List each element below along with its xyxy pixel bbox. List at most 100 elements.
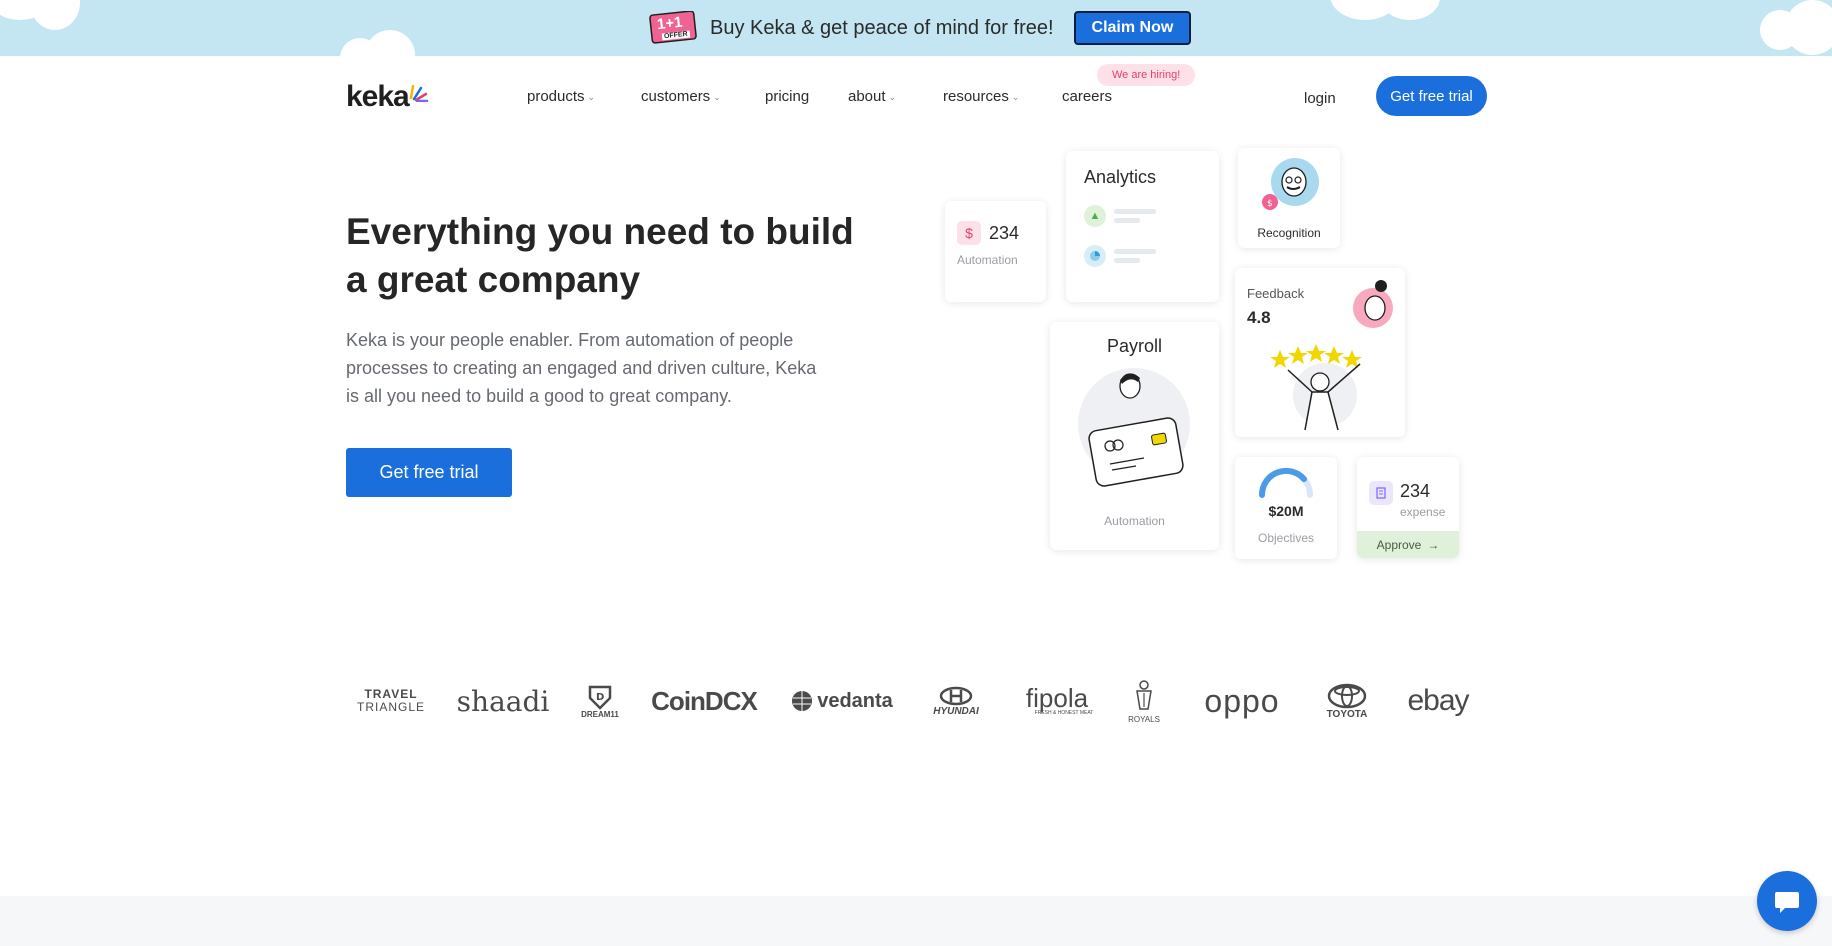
pie-chart-icon: [1084, 245, 1106, 267]
logo-shaadi: shaadi: [457, 676, 550, 726]
nav-resources[interactable]: resources ⌄: [943, 88, 1019, 105]
travel-triangle-line2: TRIANGLE: [356, 700, 425, 714]
placeholder-line: [1114, 258, 1140, 263]
hyundai-text: HYUNDAI: [933, 705, 979, 717]
offer-badge-icon: 1+1 OFFER: [648, 10, 698, 45]
main-nav: keka products ⌄ customers ⌄ pricing abou…: [0, 56, 1832, 136]
payroll-title: Payroll: [1106, 336, 1163, 356]
svg-text:D: D: [596, 692, 604, 703]
ebay-text: ebay: [1407, 684, 1469, 717]
chevron-down-icon: ⌄: [888, 92, 897, 102]
nav-careers[interactable]: careers: [1062, 88, 1112, 105]
approve-button[interactable]: Approve →: [1357, 531, 1459, 558]
logo-oppo: oppo: [1192, 676, 1292, 726]
chevron-down-icon: ⌄: [1011, 92, 1020, 102]
logo-vedanta: vedanta: [790, 676, 894, 726]
fipola-text: fipola: [1025, 683, 1089, 713]
login-link[interactable]: login: [1304, 90, 1336, 107]
toyota-text: TOYOTA: [1326, 708, 1368, 720]
royals-crest-icon: [1136, 679, 1152, 710]
analytics-title: Analytics: [1084, 167, 1157, 187]
logo-ebay: ebay: [1400, 676, 1476, 726]
feedback-card: Feedback 4.8: [1235, 268, 1405, 437]
approve-label: Approve: [1376, 537, 1422, 552]
dollar-icon: $: [957, 221, 981, 245]
logo-fipola: fipola FRESH & HONEST MEAT: [1018, 676, 1096, 726]
vedanta-globe-icon: [792, 691, 813, 711]
logo-hyundai: HYUNDAI: [924, 676, 988, 726]
keka-logo[interactable]: keka: [346, 80, 429, 114]
nav-products[interactable]: products ⌄: [527, 88, 595, 105]
analytics-card: Analytics ▲: [1066, 151, 1219, 302]
cloud-decoration: [1380, 0, 1440, 20]
vedanta-text: vedanta: [817, 689, 893, 712]
nav-pricing[interactable]: pricing: [765, 88, 809, 105]
cloud-decoration: [1785, 0, 1832, 55]
dream11-shield-icon: D: [588, 685, 612, 710]
placeholder-line: [1114, 209, 1156, 214]
chat-widget-button[interactable]: [1757, 871, 1817, 931]
chevron-down-icon: ⌄: [587, 92, 596, 102]
recognition-avatar-icon: $: [1262, 158, 1319, 210]
cloud-decoration: [365, 30, 415, 56]
chevron-down-icon: ⌄: [713, 92, 721, 102]
expense-value: 234: [1400, 481, 1431, 501]
logo-text: keka: [346, 80, 410, 113]
nav-products-label: products: [527, 88, 585, 105]
expense-card: 234 expense Approve →: [1357, 457, 1459, 558]
promo-banner: 1+1 OFFER Buy Keka & get peace of mind f…: [0, 0, 1832, 56]
recognition-card: $ Recognition: [1238, 148, 1340, 248]
customer-logos: TRAVEL TRIANGLE shaadi D DREAM11 CoinDCX…: [346, 676, 1486, 726]
logo-travel-triangle: TRAVEL TRIANGLE: [356, 676, 426, 726]
expense-label: expense: [1400, 505, 1446, 519]
coindcx-text: CoinDCX: [651, 685, 758, 716]
logo-spark-icon: [409, 84, 428, 102]
objectives-value: $20M: [1268, 503, 1304, 519]
objectives-gauge-icon: [1258, 467, 1313, 498]
automation-label: Automation: [957, 253, 1018, 267]
logo-dream11: D DREAM11: [580, 676, 620, 726]
nav-customers-label: customers: [641, 88, 711, 105]
logo-toyota: TOYOTA: [1318, 676, 1376, 726]
payroll-card: Payroll Automation: [1050, 322, 1219, 550]
hiring-badge[interactable]: We are hiring!: [1097, 64, 1196, 86]
toyota-emblem-icon: [1327, 683, 1367, 708]
hero-description: Keka is your people enabler. From automa…: [346, 330, 817, 406]
bell-icon: ▲: [1084, 205, 1106, 227]
chat-bubble-icon: [1775, 892, 1799, 913]
promo-text: Buy Keka & get peace of mind for free!: [710, 16, 1054, 39]
logo-coindcx: CoinDCX: [650, 676, 758, 726]
recognition-label: Recognition: [1257, 226, 1321, 240]
arrow-right-icon: →: [1427, 537, 1440, 552]
oppo-text: oppo: [1204, 682, 1280, 719]
claim-now-button[interactable]: Claim Now: [1073, 11, 1192, 45]
feedback-value: 4.8: [1247, 308, 1271, 327]
hyundai-emblem-icon: [939, 686, 973, 705]
nav-customers[interactable]: customers ⌄: [641, 88, 721, 105]
feedback-title: Feedback: [1247, 286, 1305, 301]
placeholder-line: [1114, 249, 1156, 254]
svg-text:$: $: [1267, 199, 1273, 209]
nav-resources-label: resources: [943, 88, 1009, 105]
payroll-label: Automation: [1104, 514, 1165, 528]
cloud-decoration: [30, 0, 80, 30]
fipola-tagline: FRESH & HONEST MEAT: [1034, 710, 1094, 716]
next-section-band: [0, 896, 1832, 946]
shaadi-text: shaadi: [456, 684, 550, 718]
receipt-icon: [1369, 481, 1393, 505]
hero-free-trial-button[interactable]: Get free trial: [346, 448, 512, 497]
placeholder-line: [1114, 218, 1140, 223]
celebration-illustration-icon: [1270, 344, 1362, 430]
automation-value: 234: [989, 223, 1020, 243]
nav-careers-label: careers: [1062, 88, 1113, 105]
objectives-label: Objectives: [1257, 531, 1315, 545]
nav-about[interactable]: about ⌄: [848, 88, 896, 105]
dream11-text: DREAM11: [581, 709, 619, 719]
nav-pricing-label: pricing: [765, 88, 810, 105]
objectives-card: $20M Objectives: [1235, 457, 1337, 559]
offer-badge-main: 1+1: [656, 13, 684, 34]
payroll-card-illustration-icon: [1078, 368, 1190, 487]
nav-free-trial-button[interactable]: Get free trial: [1376, 76, 1487, 116]
feedback-avatar-icon: [1353, 280, 1393, 328]
hero-title: Everything you need to build a great com…: [346, 211, 854, 300]
